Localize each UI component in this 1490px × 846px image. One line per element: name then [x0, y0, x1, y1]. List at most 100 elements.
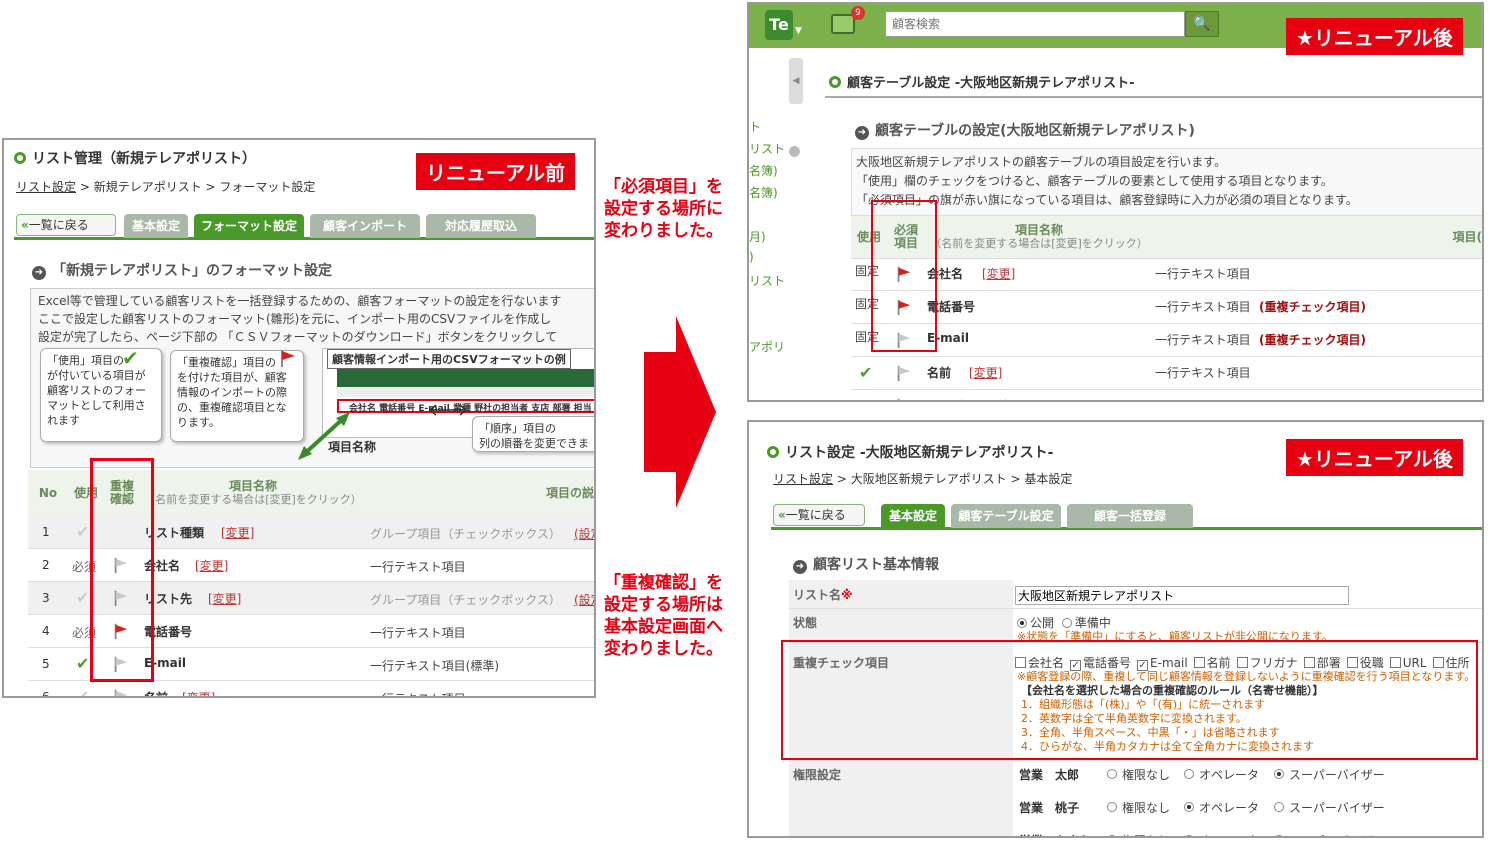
red-flag-icon	[281, 350, 295, 367]
tab-bulk[interactable]: 顧客一括登録	[1067, 504, 1193, 528]
breadcrumb-link[interactable]: リスト設定	[773, 472, 833, 486]
perm-option-label: 権限なし	[1122, 801, 1171, 815]
customer-rows: 固定 会社名 [変更] 一行テキスト項目 固定 電話番号 一行テキスト項目 (重複チェック項目…	[851, 258, 1482, 402]
before-label: リニューアル前	[416, 153, 575, 190]
double-chevron-left-icon: «	[778, 508, 786, 522]
perm-option-label: オペレータ	[1199, 801, 1260, 815]
sidebar-item[interactable]: )	[749, 250, 754, 264]
tab-import[interactable]: 顧客インポート	[310, 214, 420, 238]
rename-link[interactable]: [変更]	[182, 689, 215, 696]
csv-example-title: 顧客情報インポート用のCSVフォーマットの例	[327, 349, 571, 369]
tab-basic[interactable]: 基本設定	[124, 214, 188, 238]
check-icon[interactable]: ✔	[76, 522, 89, 541]
after2-panel: リスト設定 -大阪地区新規テレアポリスト- リスト設定 > 大阪地区新規テレアポ…	[747, 420, 1484, 838]
col-name-label: 項目名称	[1014, 222, 1063, 237]
rename-link[interactable]: [変更]	[195, 557, 228, 574]
logo[interactable]: Te	[765, 10, 793, 40]
settings-link[interactable]: (設定	[574, 591, 594, 608]
gray-flag-icon[interactable]	[112, 688, 130, 698]
perm-row: 営業 あきら 権限なし オペレータ スーパーバイザー	[1015, 828, 1385, 836]
col-name-sub: （名前を変更する場合は[変更]をクリック）	[930, 236, 1148, 250]
sidebar-toggle[interactable]: ◀	[789, 58, 803, 104]
sidebar-item[interactable]: ト	[749, 118, 761, 135]
status-prep-radio[interactable]	[1061, 618, 1072, 628]
perm-option-label: スーパーバイザー	[1289, 768, 1385, 782]
perm-radio[interactable]	[1274, 802, 1284, 812]
breadcrumb-item: フォーマット設定	[219, 180, 316, 194]
gray-flag-icon[interactable]	[895, 397, 913, 402]
rename-link[interactable]: [変更]	[995, 397, 1028, 400]
status-public-radio[interactable]	[1017, 618, 1027, 628]
check-icon: ✔	[122, 346, 139, 370]
back-button[interactable]: «一覧に戻る	[16, 214, 116, 236]
list-name-input[interactable]	[1015, 586, 1349, 605]
col-name: 項目名称 （名前を変更する場合は[変更]をクリック）	[140, 470, 366, 517]
perm-radio[interactable]	[1184, 835, 1194, 836]
check-icon[interactable]: ✔	[76, 654, 89, 673]
after1-panel: Te ▼ 9 🔍 ◀ トリスト名簿)名簿)月))リストアポリ 顧客テーブル設定 …	[747, 2, 1484, 402]
perm-option-label: スーパーバイザー	[1289, 832, 1385, 836]
back-label: 一覧に戻る	[785, 508, 846, 522]
notification-badge: 9	[851, 6, 865, 20]
sidebar-item[interactable]: アポリ	[749, 338, 785, 355]
csv-col: 野社の担当者	[474, 404, 529, 414]
perm-radio[interactable]	[1107, 835, 1117, 836]
sidebar-item[interactable]: リスト	[749, 140, 785, 157]
sidebar-collapse-icon[interactable]	[789, 146, 800, 157]
status-label: 状態	[793, 616, 818, 630]
gray-flag-icon[interactable]	[895, 364, 913, 382]
rename-link[interactable]: [変更]	[221, 524, 254, 541]
circle-icon	[14, 152, 26, 164]
description-box: 大阪地区新規テレアポリストの顧客テーブルの項目設定を行います。 「使用」欄のチェ…	[851, 148, 1482, 216]
perm-radio[interactable]	[1107, 769, 1117, 779]
row-name: フリガナ	[927, 397, 975, 400]
csv-col: 部署	[552, 404, 571, 414]
search-input[interactable]	[885, 11, 1185, 37]
sidebar-item[interactable]: リスト	[749, 272, 785, 289]
rename-link[interactable]: [変更]	[208, 590, 241, 607]
search-button[interactable]: 🔍	[1185, 11, 1219, 37]
check-icon[interactable]: ✔	[859, 363, 872, 382]
row-type: 一行テキスト項目	[1155, 333, 1251, 347]
back-button[interactable]: «一覧に戻る	[773, 504, 865, 526]
row-line	[789, 608, 1482, 609]
dup-tag: (重複チェック項目)	[1259, 333, 1366, 347]
chevron-down-icon[interactable]: ▼	[795, 26, 802, 36]
tab-history[interactable]: 対応履歴取込	[426, 214, 536, 238]
tab-table[interactable]: 顧客テーブル設定	[951, 504, 1061, 528]
perm-option-label: オペレータ	[1199, 768, 1260, 782]
dup-tag: (重複チェック項目)	[1259, 300, 1366, 314]
col-name-label: 項目名称	[228, 478, 277, 493]
perm-radio[interactable]	[1184, 769, 1194, 779]
sidebar-item[interactable]: 名簿)	[749, 184, 778, 201]
perm-option-label: オペレータ	[1199, 832, 1259, 836]
perm-radio[interactable]	[1107, 802, 1117, 812]
rename-link[interactable]: [変更]	[982, 265, 1015, 282]
breadcrumb-link[interactable]: リスト設定	[16, 180, 76, 194]
after1-label: ★リニューアル後	[1286, 18, 1463, 55]
required-highlight	[871, 200, 937, 352]
row-no: 3	[42, 591, 50, 605]
lr-arrow-icon	[429, 404, 467, 416]
row-no: 5	[42, 657, 50, 671]
row-no: 2	[42, 558, 50, 572]
check-icon[interactable]: ✔	[76, 588, 89, 607]
check-icon[interactable]: ✔	[859, 396, 872, 400]
perm-radio[interactable]	[1274, 769, 1284, 779]
rename-link[interactable]: [変更]	[969, 364, 1002, 381]
table-row: 固定 会社名 [変更] 一行テキスト項目	[851, 258, 1482, 291]
perm-radio[interactable]	[1274, 835, 1284, 836]
tab-basic[interactable]: 基本設定	[881, 504, 945, 528]
sidebar-item[interactable]: 月)	[749, 228, 766, 245]
csv-col: 担当	[573, 404, 592, 414]
settings-link[interactable]: (設定	[574, 525, 594, 542]
row-no: 6	[42, 690, 50, 698]
tab-format[interactable]: フォーマット設定	[194, 214, 304, 238]
row-type: 一行テキスト項目	[370, 690, 466, 696]
row-no: 1	[42, 525, 50, 539]
row-type: グループ項目（チェックボックス）	[370, 593, 561, 607]
check-icon[interactable]: ✔	[76, 687, 89, 696]
breadcrumb-item: 新規テレアポリスト	[93, 180, 202, 194]
sidebar-item[interactable]: 名簿)	[749, 162, 778, 179]
perm-radio[interactable]	[1184, 802, 1194, 812]
